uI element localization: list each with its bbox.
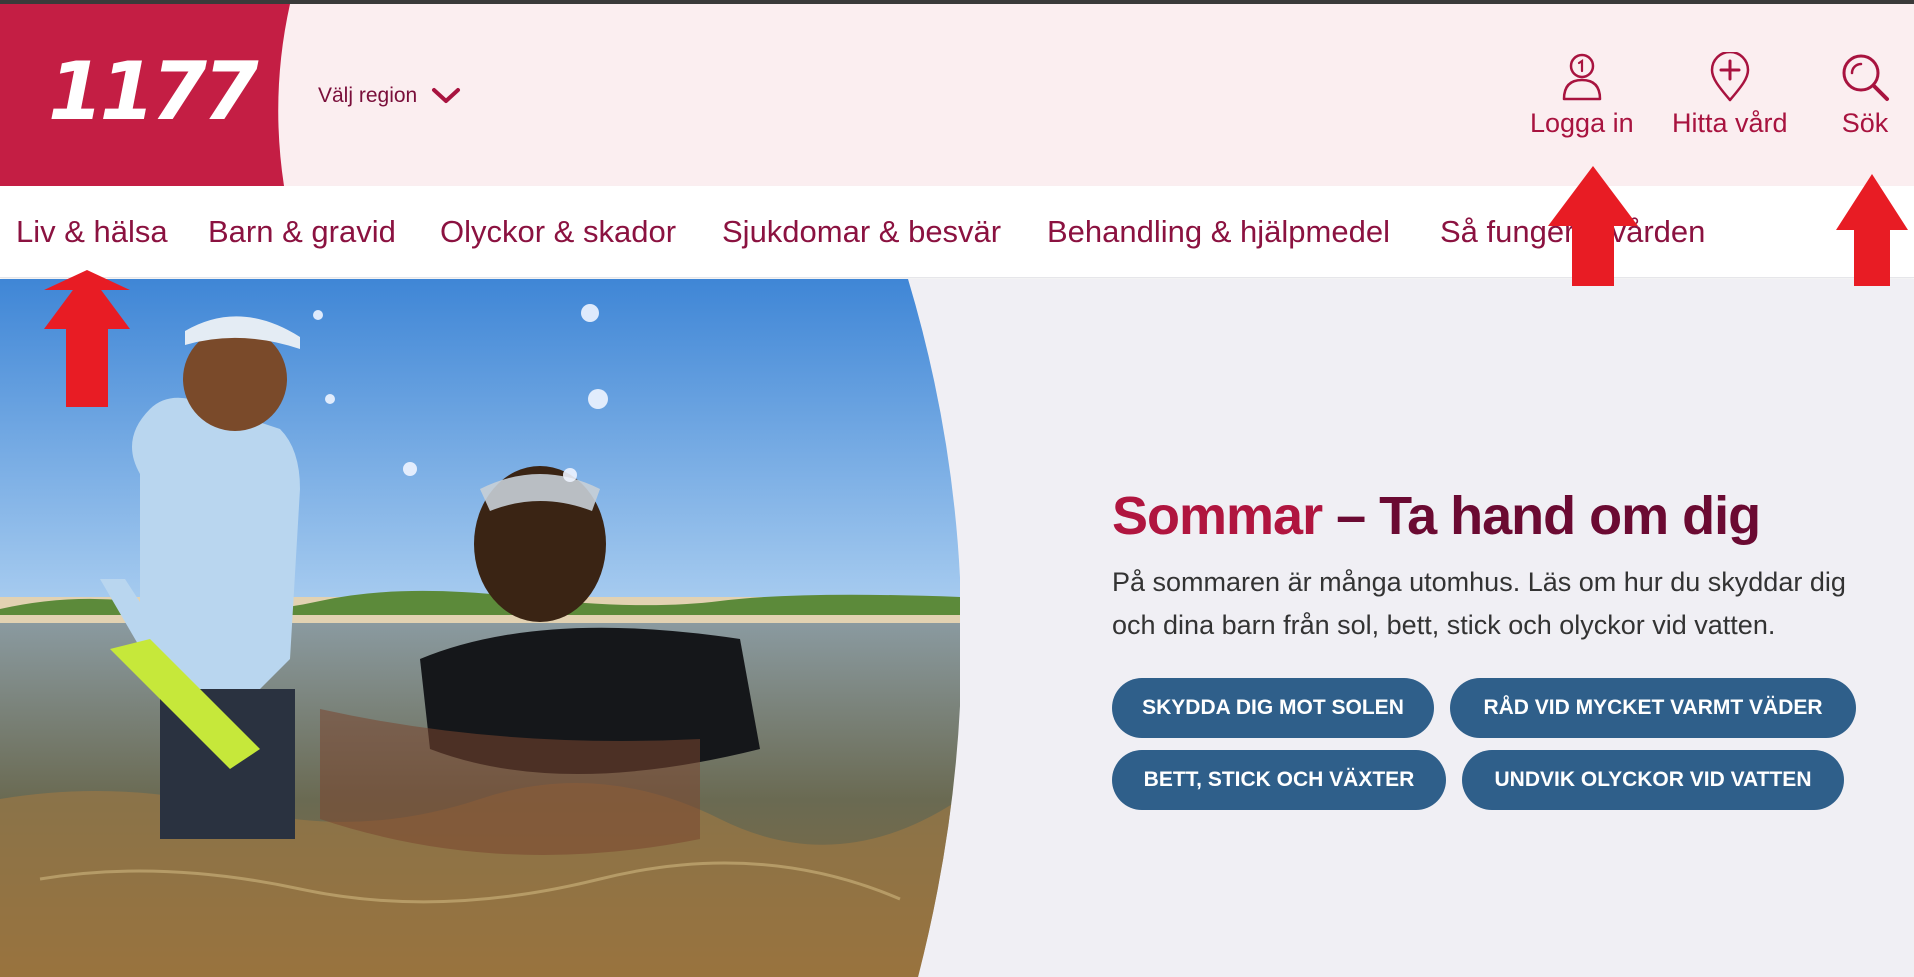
logo-1177[interactable]: 1177 [0,4,300,186]
logo-text: 1177 [48,45,259,138]
search-button[interactable]: Sök [1840,52,1890,139]
find-care-label: Hitta vård [1672,108,1788,138]
hero-title-rest: – Ta hand om dig [1322,486,1761,546]
site-header: 1177 Välj region Logga in Hitta vård Sök [0,4,1914,186]
find-care-button[interactable]: Hitta vård [1672,52,1788,139]
nav-item-barn-gravid[interactable]: Barn & gravid [208,214,396,250]
nav-item-liv-halsa[interactable]: Liv & hälsa [16,214,168,250]
hero-title-accent: Sommar [1112,486,1323,546]
login-label: Logga in [1530,108,1634,138]
hero-button-sun-protection[interactable]: SKYDDA DIG MOT SOLEN [1112,678,1434,738]
search-label: Sök [1841,108,1889,138]
nav-item-sjukdomar-besvar[interactable]: Sjukdomar & besvär [722,214,1001,250]
annotation-arrow-search [1836,174,1908,286]
region-label: Välj region [318,84,418,107]
annotation-arrow-nav-top [44,270,130,290]
annotation-arrow-login [1548,166,1638,286]
map-pin-cross-icon [1710,52,1750,102]
hero-button-water-safety[interactable]: UNDVIK OLYCKOR VID VATTEN [1462,750,1844,810]
nav-item-olyckor-skador[interactable]: Olyckor & skador [440,214,676,250]
login-button[interactable]: Logga in [1530,52,1634,139]
hero-button-bites-stings[interactable]: BETT, STICK OCH VÄXTER [1112,750,1446,810]
chevron-down-icon [432,88,461,103]
user-icon [1562,53,1602,101]
hero-title: Sommar – Ta hand om dig [1112,485,1761,547]
hero-description: På sommaren är många utomhus. Läs om hur… [1112,567,1846,640]
region-selector[interactable]: Välj region [318,84,461,108]
hero-photo [0,279,960,977]
hero-section: Sommar – Ta hand om dig På sommaren är m… [0,279,1914,977]
nav-item-behandling-hjalpmedel[interactable]: Behandling & hjälpmedel [1047,214,1390,250]
hero-button-hot-weather[interactable]: RÅD VID MYCKET VARMT VÄDER [1450,678,1856,738]
search-icon [1842,54,1889,101]
